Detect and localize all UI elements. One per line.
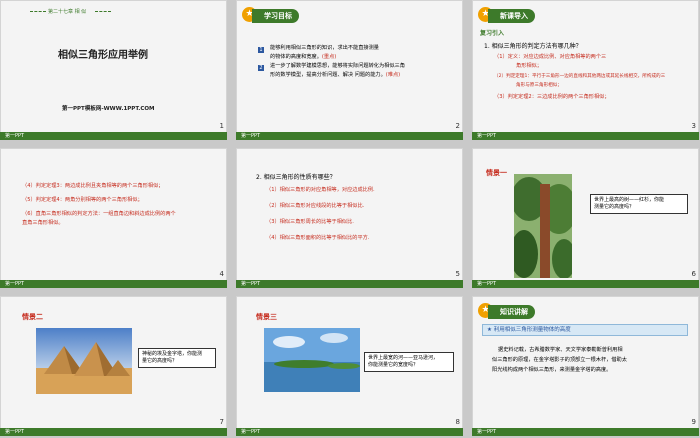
slide-number: 1 xyxy=(219,122,224,130)
slide-heading: 新课导入 xyxy=(488,9,535,23)
rule-item-4: （4）判定定理3：两边成比例且夹角相等的两个三角形相似； xyxy=(22,183,164,189)
speech-bubble: 神秘的埃及金字塔，你能测 量它的高度吗？ xyxy=(138,348,216,368)
property-item-3: （3）相似三角形周长的比等于相似比. xyxy=(266,219,354,225)
question-text: 2. 相似三角形的性质有哪些？ xyxy=(256,174,336,181)
question-text: 1. 相似三角形的判定方法有哪几种？ xyxy=(484,43,582,50)
body-line-1: 据史料记载，古希腊数学家、天文学家泰勒斯曾利用相 xyxy=(498,347,623,353)
rule-item-1: （1）定义：对应边成比例、对应角相等的两个三 角形相似； xyxy=(494,54,607,69)
slide-thumb-6[interactable]: 情景一 世界上最高的树——红杉，你能 测量它的高度吗？ 第一PPT 6 xyxy=(472,148,699,288)
redwood-image xyxy=(514,174,572,278)
slide-number: 5 xyxy=(455,270,460,278)
rule-item-5: （5）判定定理4：两角分别相等的两个三角形相似； xyxy=(22,197,143,203)
rule-item-3: （3）判定定理2：三边成比例的两个三角形相似； xyxy=(494,94,610,100)
chapter-label: 第二十七章 相 似 xyxy=(48,9,87,15)
goal-item-2: 进一步了解数学建模思想，能够将实际问题转化为相似三角 形的数学模型，提高分析问题、… xyxy=(270,63,405,78)
slide-footer-bar: 第一PPT xyxy=(236,132,463,140)
slide-thumb-5[interactable]: 2. 相似三角形的性质有哪些？ （1）相似三角形的对应角相等，对应边成比例. （… xyxy=(236,148,463,288)
property-item-4: （4）相似三角形面积的比等于相似比的平方. xyxy=(266,235,370,241)
slide-thumb-9[interactable]: ★ 知识讲解 ★ 利用相似三角形测量物体的高度 据史料记载，古希腊数学家、天文学… xyxy=(472,296,699,436)
property-item-1: （1）相似三角形的对应角相等，对应边成比例. xyxy=(266,187,375,193)
slide-title: 相似三角形应用举例 xyxy=(58,50,148,61)
slide-thumb-2[interactable]: ★ 学习目标 1 能够利用相似三角形的知识，求出不能直接测量 的物体的高度和宽度。… xyxy=(236,0,463,140)
slide-footer-bar: 第一PPT xyxy=(236,428,463,436)
property-item-2: （2）相似三角形对应线段的比等于相似比. xyxy=(266,203,365,209)
slide-number: 7 xyxy=(219,418,224,426)
slide-number: 3 xyxy=(691,122,696,130)
slide-subtitle: 第一PPT模板网-WWW.1PPT.COM xyxy=(62,106,155,112)
river-image xyxy=(264,328,360,392)
slide-subheading: 复习引入 xyxy=(480,30,505,37)
body-line-3: 阳光线构成两个相似三角形，来测量金字塔的高度。 xyxy=(492,367,612,373)
slide-number: 2 xyxy=(455,122,460,130)
goal-item-1: 能够利用相似三角形的知识，求出不能直接测量 的物体的高度和宽度。(重点) xyxy=(270,45,379,60)
scenario-label: 情景一 xyxy=(486,169,507,177)
slide-footer-bar: 第一PPT xyxy=(0,132,227,140)
slide-number: 6 xyxy=(691,270,696,278)
slide-thumb-7[interactable]: 情景二 神秘的埃及金字塔，你能测 量它的高度吗？ 第一PPT 7 xyxy=(0,296,227,436)
slide-thumb-4[interactable]: （4）判定定理3：两边成比例且夹角相等的两个三角形相似； （5）判定定理4：两角… xyxy=(0,148,227,288)
scenario-label: 情景二 xyxy=(22,313,43,321)
body-line-2: 似三角形的原理，在金字塔影子的顶部立一根木杆，借助太 xyxy=(492,357,627,363)
slide-footer-bar: 第一PPT xyxy=(236,280,463,288)
pyramids-image xyxy=(36,328,132,394)
scenario-label: 情景三 xyxy=(256,313,277,321)
slide-footer-bar: 第一PPT xyxy=(0,428,227,436)
slide-footer-bar: 第一PPT xyxy=(472,428,699,436)
slide-heading: 知识讲解 xyxy=(488,305,535,319)
slide-number: 4 xyxy=(219,270,224,278)
slide-number: 9 xyxy=(691,418,696,426)
topic-banner: ★ 利用相似三角形测量物体的高度 xyxy=(482,324,688,336)
slide-heading: 学习目标 xyxy=(252,9,299,23)
slide-footer-bar: 第一PPT xyxy=(472,132,699,140)
slide-footer-bar: 第一PPT xyxy=(472,280,699,288)
slide-number: 8 xyxy=(455,418,460,426)
slide-thumb-1[interactable]: 第二十七章 相 似 相似三角形应用举例 第一PPT模板网-WWW.1PPT.CO… xyxy=(0,0,227,140)
rule-item-6: （6）直角三角形相似的判定方法：一组直角边和斜边成比例的两个 直角三角形相似。 xyxy=(22,211,176,226)
slide-thumb-8[interactable]: 情景三 世界上最宽的河——亚马逊河， 你能测量它的宽度吗？ 第一PPT 8 xyxy=(236,296,463,436)
speech-bubble: 世界上最高的树——红杉，你能 测量它的高度吗？ xyxy=(590,194,688,214)
slide-thumb-3[interactable]: ★ 新课导入 复习引入 1. 相似三角形的判定方法有哪几种？ （1）定义：对应边… xyxy=(472,0,699,140)
slide-footer-bar: 第一PPT xyxy=(0,280,227,288)
speech-bubble: 世界上最宽的河——亚马逊河， 你能测量它的宽度吗？ xyxy=(364,352,454,372)
rule-item-2: （2）判定定理1：平行于三角形一边的直线和其他两边或其延长线相交，所构成的三 角形… xyxy=(494,74,666,88)
